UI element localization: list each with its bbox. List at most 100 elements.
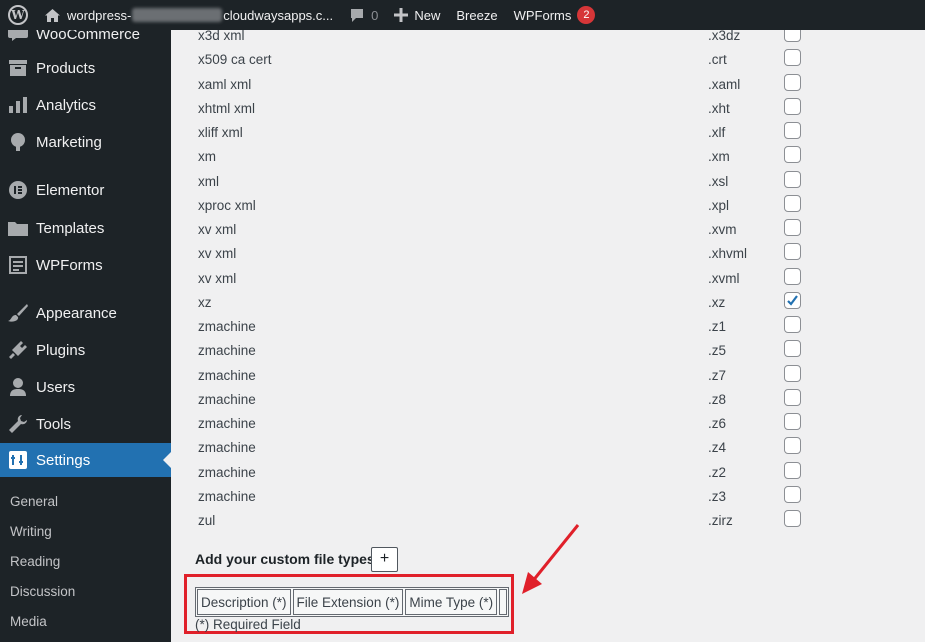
file-type-extension: .z1 [708, 319, 727, 334]
breeze-link[interactable]: Breeze [448, 0, 505, 30]
file-type-extension: .z5 [708, 343, 727, 359]
file-type-extension: .z4 [708, 440, 727, 456]
column-actions [499, 589, 508, 615]
file-type-checkbox[interactable] [784, 243, 801, 261]
analytics-icon [0, 97, 36, 113]
file-type-checkbox[interactable] [784, 364, 801, 382]
file-type-extension: .z3 [708, 488, 727, 504]
file-type-extension: .z8 [708, 391, 727, 407]
sidebar-item-label: Settings [36, 451, 91, 469]
settings-icon [0, 451, 36, 469]
file-type-description: xm [198, 149, 216, 165]
file-type-checkbox[interactable] [784, 340, 801, 358]
sidebar-item-woocommerce[interactable]: WooCommerce [0, 30, 171, 51]
file-type-description: x509 ca cert [198, 52, 272, 68]
sidebar-item-label: Tools [36, 415, 72, 433]
site-name-prefix: wordpress- [67, 7, 132, 23]
file-type-row: xv xml .xhvml [171, 242, 925, 266]
sidebar-item-label: Products [36, 59, 96, 77]
file-type-checkbox[interactable] [784, 73, 801, 91]
file-type-checkbox[interactable] [784, 146, 801, 164]
file-type-checkbox[interactable] [784, 170, 801, 188]
plug-icon [0, 341, 36, 359]
wpforms-link[interactable]: WPForms 2 [506, 0, 604, 30]
sidebar-item-settings[interactable]: Settings [0, 443, 171, 477]
file-type-row: zmachine .z7 [171, 364, 925, 388]
file-type-extension: .xaml [708, 76, 741, 92]
file-type-extension: .x3dz [708, 28, 741, 43]
comments-count: 0 [371, 7, 379, 23]
file-type-extension: .z6 [708, 416, 727, 431]
site-name-link[interactable]: wordpress- cloudwaysapps.c... [36, 0, 341, 30]
wordpress-icon: W [8, 5, 28, 25]
submenu-item-discussion[interactable]: Discussion [10, 584, 75, 599]
submenu-item-reading[interactable]: Reading [10, 554, 60, 569]
sidebar-item-label: Analytics [36, 96, 97, 114]
add-custom-file-type-button[interactable]: + [371, 547, 398, 572]
file-type-checkbox[interactable] [784, 437, 801, 455]
sidebar-item-elementor[interactable]: Elementor [0, 173, 171, 207]
file-type-checkbox[interactable] [784, 267, 801, 285]
sidebar-item-label: WPForms [36, 256, 103, 274]
file-type-description: zmachine [198, 488, 256, 504]
sidebar-item-marketing[interactable]: Marketing [0, 125, 171, 159]
file-type-checkbox[interactable] [784, 122, 801, 139]
file-type-row: zmachine .z6 [171, 412, 925, 436]
file-type-extension: .xlf [708, 125, 726, 140]
file-type-checkbox[interactable] [784, 194, 801, 212]
file-type-row: xml .xsl [171, 170, 925, 194]
file-type-row: zul .zirz [171, 509, 925, 533]
file-type-row: x509 ca cert .crt [171, 48, 925, 72]
sidebar-item-analytics[interactable]: Analytics [0, 88, 171, 122]
file-type-checkbox[interactable] [784, 219, 801, 236]
file-type-row: xz .xz [171, 291, 925, 315]
comment-icon [351, 8, 364, 22]
file-type-checkbox[interactable] [784, 413, 801, 430]
custom-file-types-label: Add your custom file types [195, 551, 375, 567]
sidebar-item-label: Plugins [36, 341, 86, 359]
file-type-description: zmachine [198, 416, 256, 431]
file-type-checkbox[interactable] [784, 97, 801, 115]
paintbrush-icon [0, 304, 36, 322]
wpforms-notification-badge: 2 [577, 6, 596, 24]
file-type-checkbox[interactable] [784, 510, 801, 527]
file-type-description: zmachine [198, 391, 256, 407]
wordpress-logo-button[interactable]: W [0, 0, 36, 30]
sidebar-item-plugins[interactable]: Plugins [0, 333, 171, 367]
sidebar-item-label: Users [36, 378, 76, 396]
file-type-checkbox[interactable] [784, 316, 801, 333]
comments-link[interactable]: 0 [341, 0, 386, 30]
folder-icon [0, 220, 36, 236]
sidebar-item-label: Marketing [36, 133, 102, 151]
new-content-link[interactable]: New [386, 0, 448, 30]
file-type-checkbox[interactable] [784, 485, 801, 503]
file-type-description: xhtml xml [198, 100, 255, 116]
sidebar-item-templates[interactable]: Templates [0, 211, 171, 245]
sidebar-item-appearance[interactable]: Appearance [0, 296, 171, 330]
submenu-item-general[interactable]: General [10, 494, 58, 509]
file-type-description: xv xml [198, 222, 237, 237]
file-type-checkbox[interactable] [784, 49, 801, 67]
submenu-item-media[interactable]: Media [10, 614, 47, 629]
sidebar-item-products[interactable]: Products [0, 51, 171, 85]
sidebar-item-wpforms[interactable]: WPForms [0, 248, 171, 282]
file-type-extension: .xht [708, 100, 730, 116]
file-type-row: xaml xml .xaml [171, 73, 925, 97]
file-type-extension: .zirz [708, 513, 733, 528]
submenu-item-writing[interactable]: Writing [10, 524, 52, 539]
required-field-note: (*) Required Field [195, 617, 301, 632]
admin-bar: W wordpress- cloudwaysapps.c... 0 New Br… [0, 0, 925, 30]
user-icon [0, 378, 36, 396]
file-type-description: zmachine [198, 367, 256, 383]
column-description: Description (*) [197, 589, 291, 615]
sidebar-item-tools[interactable]: Tools [0, 407, 171, 441]
home-icon [45, 8, 60, 22]
file-type-row: zmachine .z5 [171, 339, 925, 363]
sidebar-item-users[interactable]: Users [0, 370, 171, 404]
file-type-row: xhtml xml .xht [171, 97, 925, 121]
file-type-row: zmachine .z2 [171, 461, 925, 485]
file-type-checkbox[interactable] [784, 461, 801, 479]
form-icon [0, 256, 36, 274]
file-type-checkbox[interactable] [784, 291, 801, 309]
file-type-checkbox[interactable] [784, 388, 801, 406]
